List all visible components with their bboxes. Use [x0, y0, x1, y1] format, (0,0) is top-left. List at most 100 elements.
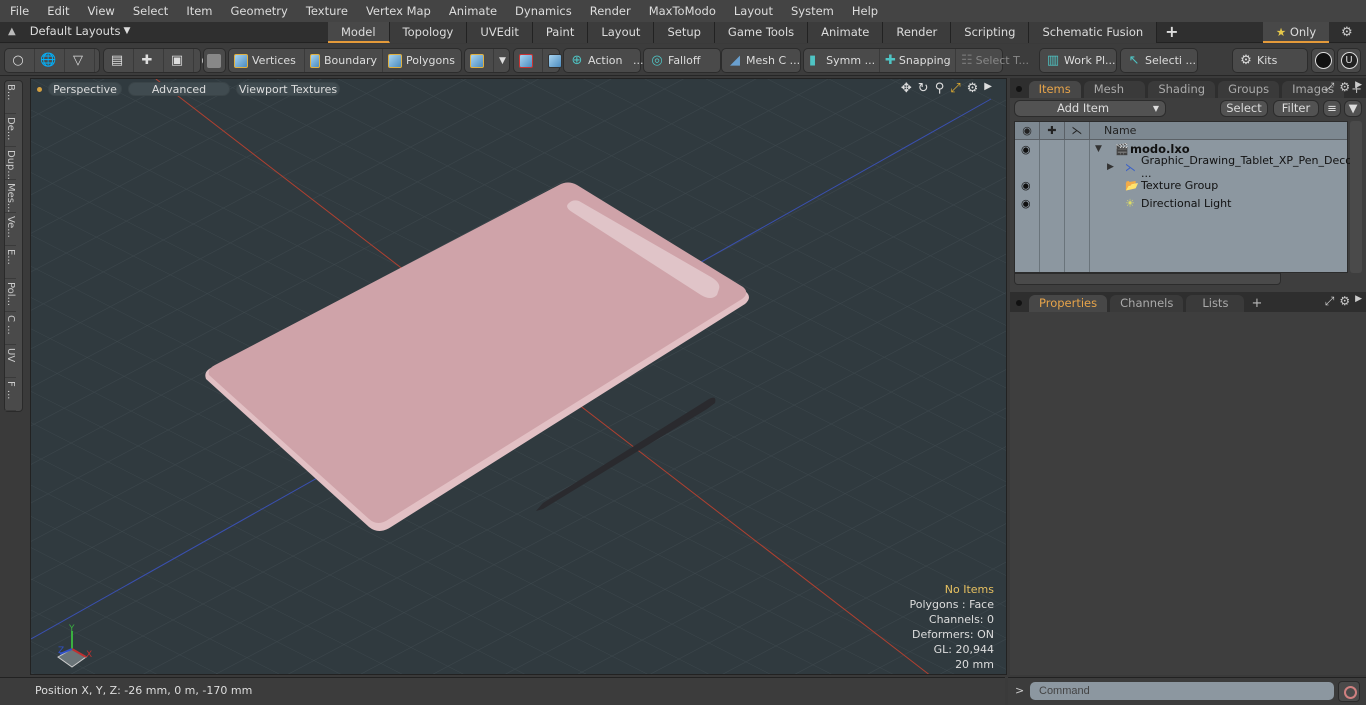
menu-edit[interactable]: Edit: [37, 4, 77, 18]
tab-paint[interactable]: Paint: [532, 22, 589, 43]
align-icon[interactable]: ▤: [104, 49, 134, 72]
left-tool-polygon[interactable]: Pol...: [5, 279, 16, 312]
only-toggle[interactable]: ★ Only: [1263, 22, 1329, 43]
pen-icon[interactable]: ▽: [65, 49, 95, 72]
tab-setup[interactable]: Setup: [654, 22, 715, 43]
menu-dynamics[interactable]: Dynamics: [505, 4, 580, 18]
material-dropdown[interactable]: ▼: [494, 49, 511, 72]
rotate-icon[interactable]: ↻: [918, 81, 929, 96]
tab-layout[interactable]: Layout: [588, 22, 655, 43]
tab-groups[interactable]: Groups: [1218, 81, 1280, 98]
add-tab-icon[interactable]: +: [1157, 22, 1186, 43]
menu-item[interactable]: Item: [176, 4, 220, 18]
select-through-button[interactable]: ☷ Select T...: [956, 49, 1029, 72]
funnel-filter-icon[interactable]: ▼: [1344, 100, 1362, 117]
select-button[interactable]: Select: [1220, 100, 1268, 117]
command-input[interactable]: [1030, 682, 1334, 700]
zoom-icon[interactable]: ⚲: [935, 81, 945, 96]
selection-sets-button[interactable]: ↖ Selecti ...: [1120, 48, 1198, 73]
kits-button[interactable]: ⚙ Kits: [1232, 48, 1308, 73]
left-tool-mesh-edit[interactable]: Mes...: [5, 180, 16, 213]
advanced-button[interactable]: Advanced: [128, 82, 230, 96]
unreal-button[interactable]: U: [1337, 48, 1361, 73]
menu-geometry[interactable]: Geometry: [221, 4, 296, 18]
panel-dot-icon[interactable]: [1016, 86, 1022, 92]
tab-game-tools[interactable]: Game Tools: [714, 22, 809, 43]
work-plane-button[interactable]: ▥ Work Pl...: [1039, 48, 1117, 73]
filter-button[interactable]: Filter: [1273, 100, 1319, 117]
perspective-button[interactable]: Perspective: [48, 82, 122, 96]
menu-file[interactable]: File: [0, 4, 37, 18]
left-tool-basic[interactable]: B...: [5, 81, 16, 114]
left-tool-duplicate[interactable]: Dup...: [5, 147, 16, 180]
mesh-constraints-button[interactable]: ◢ Mesh C ...: [721, 48, 801, 73]
left-tool-deform[interactable]: De...: [5, 114, 16, 147]
visibility-column-icon[interactable]: ◉: [1015, 122, 1040, 140]
add-item-button[interactable]: Add Item ▼: [1014, 100, 1166, 117]
menu-animate[interactable]: Animate: [439, 4, 505, 18]
action-center-button[interactable]: ⊕ Action ...: [563, 48, 643, 73]
collapse-arrow-icon[interactable]: ▲: [8, 26, 16, 37]
item-list-resize-handle[interactable]: [1014, 273, 1281, 285]
item-list-scrollbar[interactable]: [1350, 121, 1362, 273]
tab-schematic-fusion[interactable]: Schematic Fusion: [1029, 22, 1158, 43]
play-arrow-icon[interactable]: ▶: [1355, 294, 1362, 309]
gear-icon[interactable]: ⚙: [967, 81, 979, 96]
pan-icon[interactable]: ✥: [901, 81, 912, 96]
tab-items[interactable]: Items: [1028, 81, 1081, 98]
menu-render[interactable]: Render: [580, 4, 639, 18]
gear-icon[interactable]: ⚙: [1341, 25, 1353, 40]
tab-mesh[interactable]: Mesh ...: [1083, 81, 1146, 113]
menu-texture[interactable]: Texture: [296, 4, 356, 18]
type-column-icon[interactable]: ⋋: [1065, 122, 1090, 140]
eye-icon[interactable]: ◉: [1021, 143, 1031, 156]
left-tool-edge[interactable]: E...: [5, 246, 16, 279]
expand-icon[interactable]: ⤢: [1325, 80, 1335, 95]
transform-icon[interactable]: [514, 49, 543, 72]
menu-vertex-map[interactable]: Vertex Map: [356, 4, 439, 18]
viewport-textures-button[interactable]: Viewport Textures: [236, 82, 340, 96]
expand-icon[interactable]: ⤢: [1325, 294, 1335, 309]
viewport-status-dot[interactable]: [37, 86, 42, 92]
tab-lists[interactable]: Lists: [1186, 295, 1245, 312]
lock-column-icon[interactable]: ✚: [1040, 122, 1065, 140]
layouts-dropdown[interactable]: ▲ Default Layouts ▼: [8, 24, 130, 38]
expand-triangle-icon[interactable]: ▶: [1107, 162, 1114, 172]
tab-uvedit[interactable]: UVEdit: [467, 22, 533, 43]
item-row-mesh[interactable]: ▶ ⋋ Graphic_Drawing_Tablet_XP_Pen_Deco .…: [1015, 154, 1352, 180]
circle-select-icon[interactable]: ○: [5, 49, 35, 72]
frame-icon[interactable]: ▣: [164, 49, 194, 72]
gear-icon[interactable]: ⚙: [1339, 80, 1350, 95]
menu-help[interactable]: Help: [842, 4, 886, 18]
tab-topology[interactable]: Topology: [389, 22, 468, 43]
item-row-directional-light[interactable]: ◉ ☀ Directional Light: [1015, 194, 1347, 212]
eye-icon[interactable]: ◉: [1021, 179, 1031, 192]
left-tool-vertex[interactable]: Ve...: [5, 213, 16, 246]
uv-cross-icon[interactable]: ✚: [134, 49, 164, 72]
tab-render[interactable]: Render: [883, 22, 952, 43]
menu-view[interactable]: View: [78, 4, 123, 18]
menu-maxtomodo[interactable]: MaxToModo: [639, 4, 724, 18]
expand-triangle-icon[interactable]: ▼: [1095, 144, 1102, 154]
add-tab-icon[interactable]: +: [1247, 295, 1266, 312]
record-macro-icon[interactable]: [1338, 681, 1360, 702]
falloff-button[interactable]: ◎ Falloff: [643, 48, 721, 73]
play-arrow-icon[interactable]: ▶: [1355, 80, 1362, 95]
unity-button[interactable]: [1311, 48, 1335, 73]
list-options-icon[interactable]: ≡: [1323, 100, 1341, 117]
item-mode-button[interactable]: [203, 48, 226, 73]
polygons-button[interactable]: Polygons: [383, 49, 461, 72]
boundary-button[interactable]: Boundary: [305, 49, 383, 72]
tab-channels[interactable]: Channels: [1110, 295, 1184, 312]
item-row-texture-group[interactable]: ◉ 📂 Texture Group: [1015, 176, 1347, 194]
play-arrow-icon[interactable]: ▶: [984, 81, 992, 96]
3d-viewport[interactable]: Y X Z Perspective Advanced Viewport Text…: [30, 78, 1007, 675]
tab-model[interactable]: Model: [328, 22, 390, 43]
panel-dot-icon[interactable]: [1016, 300, 1022, 306]
tab-animate[interactable]: Animate: [808, 22, 884, 43]
material-cube-button[interactable]: [465, 49, 494, 72]
globe-icon[interactable]: 🌐: [35, 49, 65, 72]
menu-layout[interactable]: Layout: [724, 4, 781, 18]
eye-icon[interactable]: ◉: [1021, 197, 1031, 210]
vertices-button[interactable]: Vertices: [229, 49, 305, 72]
